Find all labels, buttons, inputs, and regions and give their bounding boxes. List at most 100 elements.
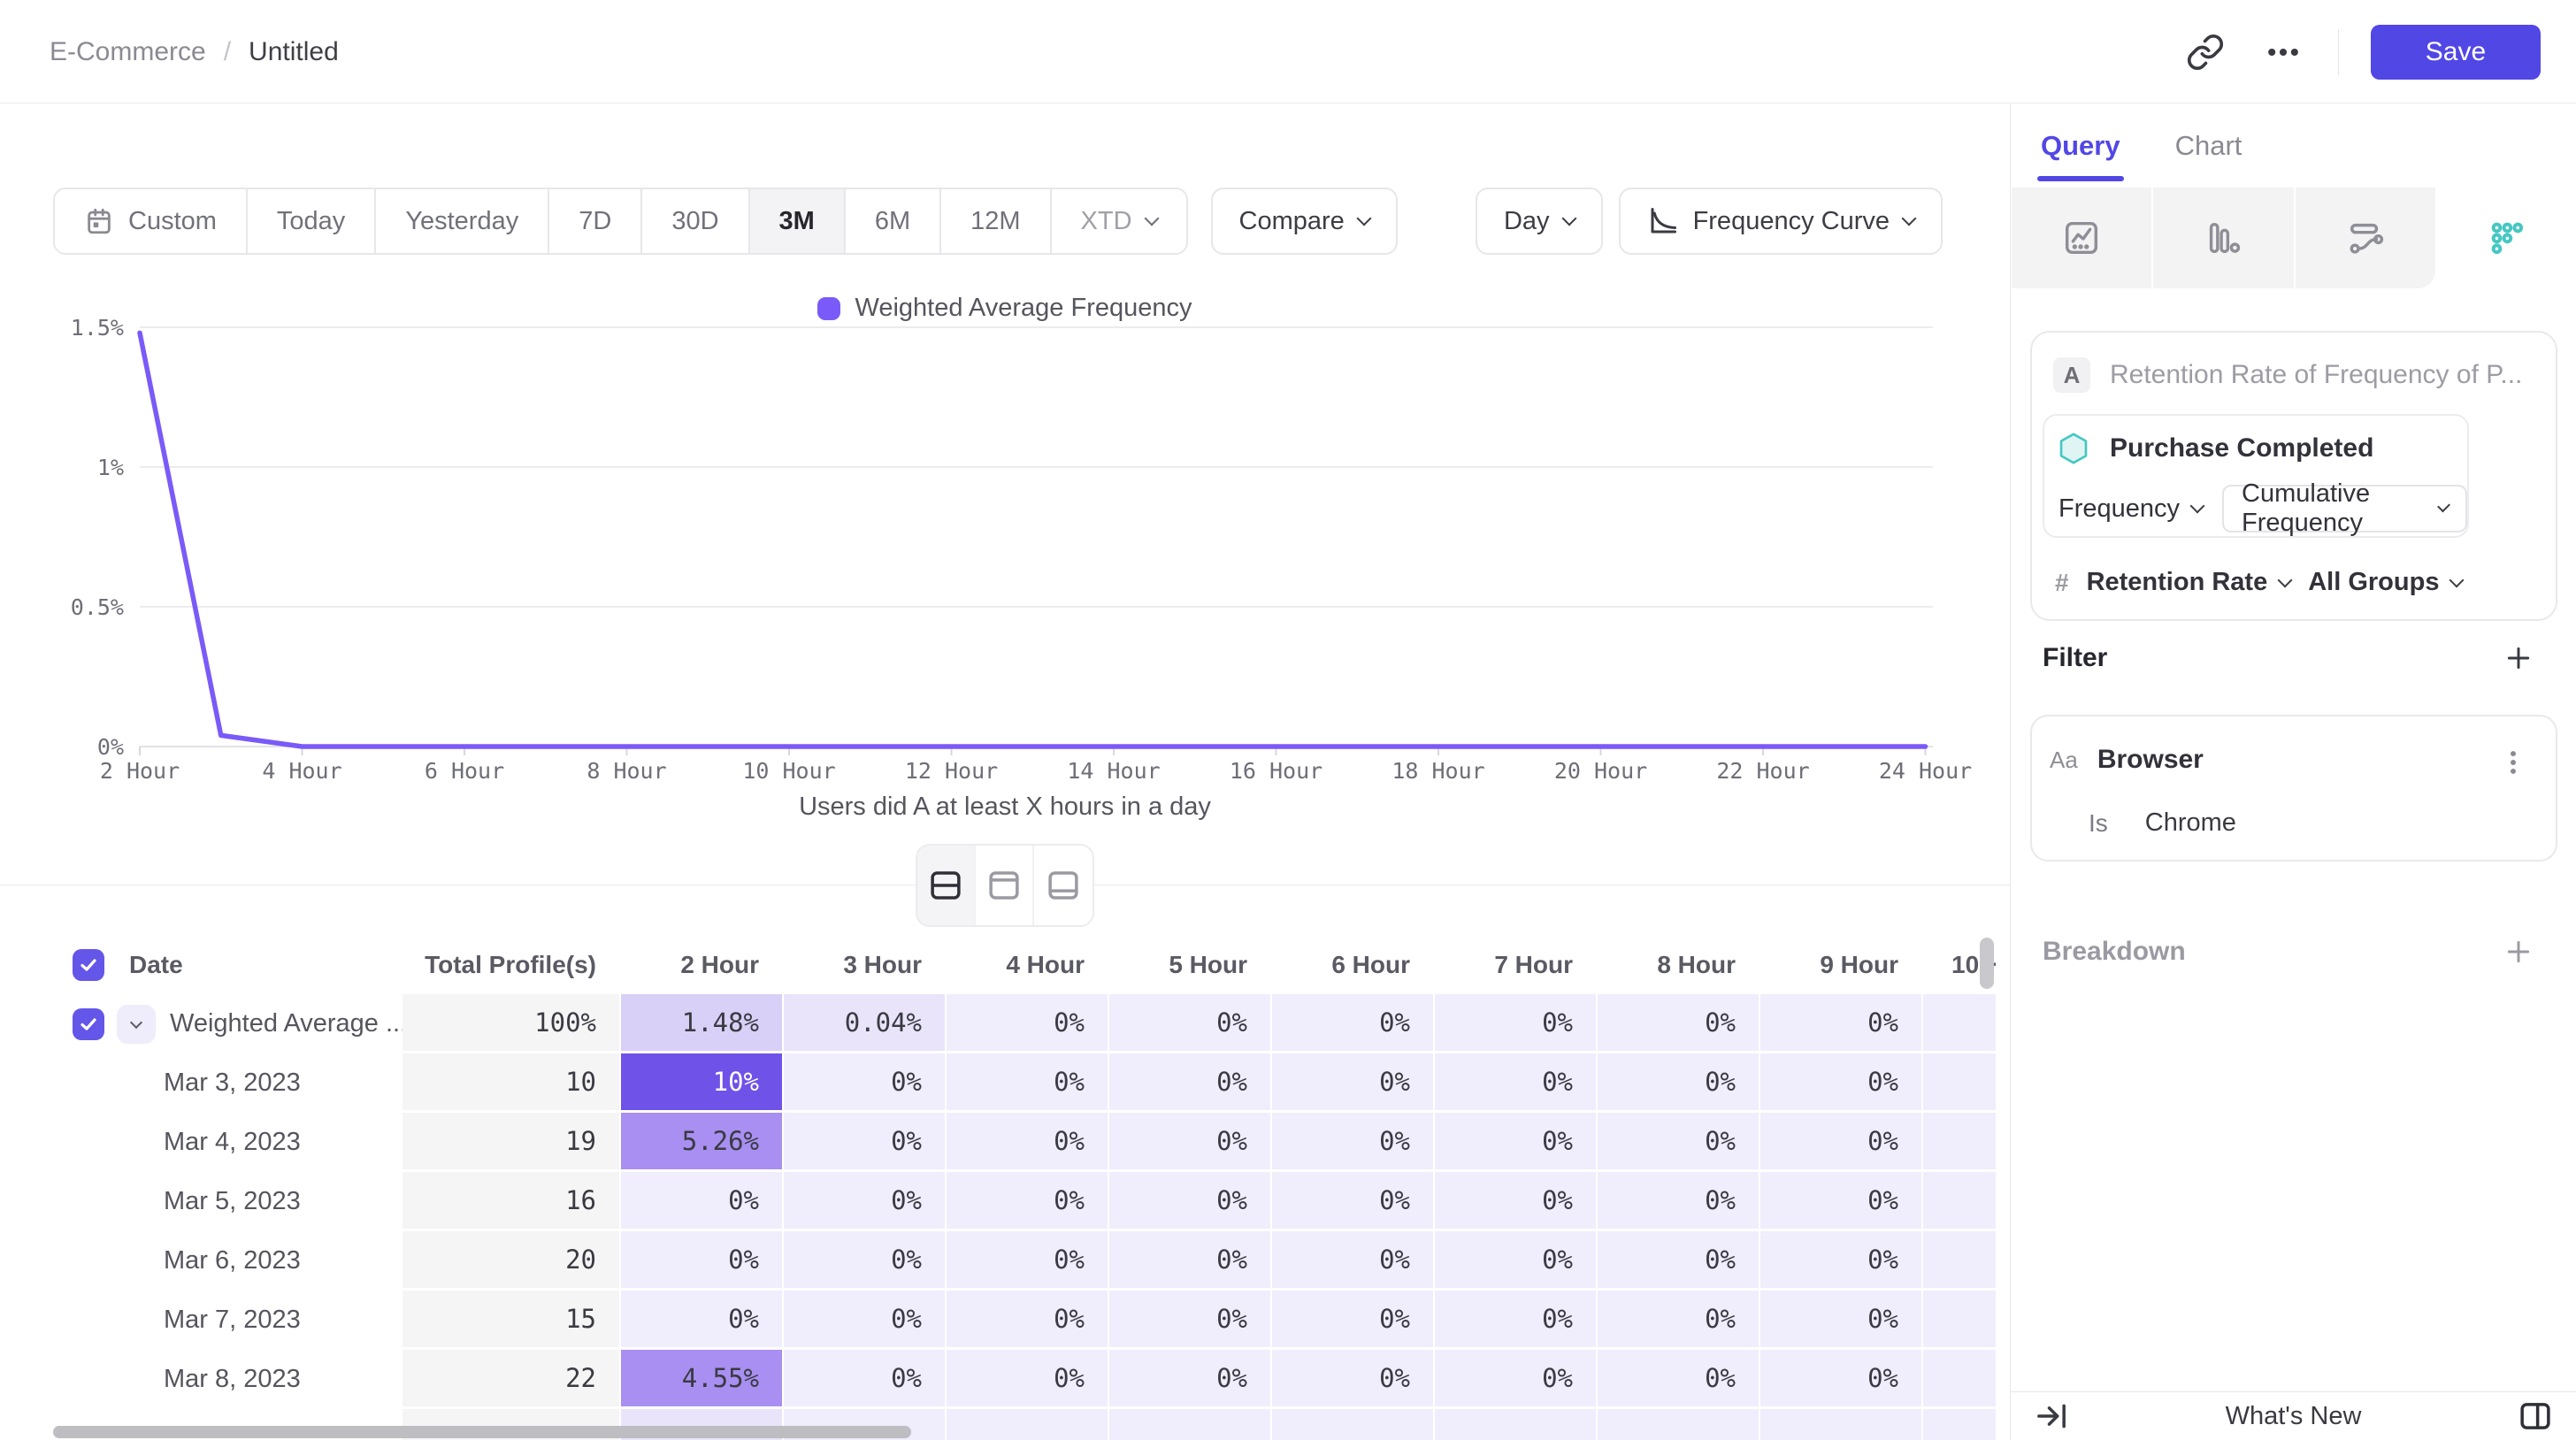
compare-button[interactable]: Compare xyxy=(1211,188,1398,255)
range-today[interactable]: Today xyxy=(248,189,376,253)
layout-panel-button[interactable] xyxy=(2512,1393,2558,1439)
tab-query[interactable]: Query xyxy=(2041,130,2120,162)
view-toggle-split-view[interactable] xyxy=(917,846,976,925)
value-cell[interactable]: 0% xyxy=(1759,1113,1921,1172)
value-cell[interactable]: 0% xyxy=(945,1113,1108,1172)
value-cell[interactable]: 0% xyxy=(945,1172,1108,1231)
range-12m[interactable]: 12M xyxy=(941,189,1051,253)
table-horizontal-scrollbar[interactable] xyxy=(53,1426,911,1438)
value-cell[interactable]: 0% xyxy=(1433,1053,1596,1113)
filter-menu-button[interactable] xyxy=(2494,743,2533,782)
value-cell[interactable]: 0% xyxy=(1759,1053,1921,1113)
frequency-type-dropdown[interactable]: Cumulative Frequency xyxy=(2222,485,2467,532)
value-cell[interactable]: 0% xyxy=(782,1053,945,1113)
value-cell[interactable]: 0% xyxy=(1433,1113,1596,1172)
granularity-dropdown[interactable]: Day xyxy=(1476,188,1603,255)
whats-new-link[interactable]: What's New xyxy=(2226,1402,2362,1431)
value-cell[interactable]: 0% xyxy=(782,1291,945,1350)
column-header-8-hour[interactable]: 8 Hour xyxy=(1596,936,1759,994)
range-xtd[interactable]: XTD xyxy=(1052,189,1186,253)
value-cell[interactable]: 5.26% xyxy=(619,1113,782,1172)
range-7d[interactable]: 7D xyxy=(549,189,642,253)
row-checkbox[interactable] xyxy=(73,1008,104,1040)
metric-dropdown[interactable]: Retention Rate xyxy=(2087,568,2291,597)
value-cell[interactable]: 0% xyxy=(1759,1350,1921,1409)
value-cell[interactable]: 0% xyxy=(782,1231,945,1291)
value-cell[interactable]: 0% xyxy=(1108,1053,1270,1113)
value-cell[interactable]: 0% xyxy=(1596,1172,1759,1231)
value-cell[interactable]: 0% xyxy=(619,1172,782,1231)
table-vertical-scrollbar[interactable] xyxy=(1980,938,1994,989)
breadcrumb-project[interactable]: E-Commerce xyxy=(50,37,206,67)
tab-flows[interactable] xyxy=(2294,188,2435,288)
frequency-dropdown[interactable]: Frequency xyxy=(2058,494,2203,524)
value-cell[interactable]: 0% xyxy=(1759,994,1921,1053)
value-cell[interactable]: 4.55% xyxy=(619,1350,782,1409)
filter-property[interactable]: Aa Browser xyxy=(2050,745,2204,775)
value-cell[interactable]: 0% xyxy=(1108,1350,1270,1409)
value-cell[interactable]: 0% xyxy=(782,1172,945,1231)
value-cell[interactable]: 0% xyxy=(1433,994,1596,1053)
value-cell[interactable]: 0% xyxy=(1270,1172,1433,1231)
select-all-checkbox[interactable] xyxy=(73,949,104,981)
more-options-button[interactable] xyxy=(2260,29,2306,75)
value-cell[interactable]: 0% xyxy=(1433,1291,1596,1350)
value-cell[interactable]: 0% xyxy=(945,1231,1108,1291)
copy-link-button[interactable] xyxy=(2182,29,2228,75)
value-cell[interactable]: 0% xyxy=(1759,1172,1921,1231)
value-cell[interactable]: 0% xyxy=(1433,1231,1596,1291)
value-cell[interactable]: 0% xyxy=(619,1231,782,1291)
column-header-2-hour[interactable]: 2 Hour xyxy=(619,936,782,994)
value-cell[interactable]: 0% xyxy=(1596,1291,1759,1350)
value-cell[interactable]: 0% xyxy=(1596,994,1759,1053)
value-cell[interactable]: 0% xyxy=(1759,1231,1921,1291)
column-header-7-hour[interactable]: 7 Hour xyxy=(1433,936,1596,994)
value-cell[interactable]: 0% xyxy=(1596,1053,1759,1113)
value-cell[interactable]: 0% xyxy=(1596,1113,1759,1172)
range-custom[interactable]: Custom xyxy=(55,189,248,253)
value-cell[interactable]: 0% xyxy=(1108,1231,1270,1291)
value-cell[interactable]: 1.48% xyxy=(619,994,782,1053)
range-30d[interactable]: 30D xyxy=(642,189,749,253)
value-cell[interactable]: 0% xyxy=(1108,1172,1270,1231)
value-cell[interactable]: 0% xyxy=(1270,1350,1433,1409)
value-cell[interactable]: 0% xyxy=(945,1350,1108,1409)
value-cell[interactable]: 0% xyxy=(1270,1113,1433,1172)
column-header-4-hour[interactable]: 4 Hour xyxy=(945,936,1108,994)
value-cell[interactable]: 10% xyxy=(619,1053,782,1113)
value-cell[interactable]: 0% xyxy=(1270,1291,1433,1350)
value-cell[interactable]: 0% xyxy=(619,1291,782,1350)
report-title[interactable]: Untitled xyxy=(249,37,339,67)
value-cell[interactable]: 0% xyxy=(1596,1350,1759,1409)
column-header-3-hour[interactable]: 3 Hour xyxy=(782,936,945,994)
view-toggle-chart-only[interactable] xyxy=(976,846,1034,925)
column-header-date[interactable]: Date xyxy=(53,936,402,994)
value-cell[interactable]: 0% xyxy=(1108,1291,1270,1350)
view-toggle-table-only[interactable] xyxy=(1034,846,1092,925)
range-6m[interactable]: 6M xyxy=(846,189,941,253)
groups-dropdown[interactable]: All Groups xyxy=(2308,568,2462,597)
value-cell[interactable]: 0% xyxy=(945,1053,1108,1113)
value-cell[interactable]: 0% xyxy=(1108,1113,1270,1172)
tab-chart[interactable]: Chart xyxy=(2175,130,2242,162)
value-cell[interactable]: 0% xyxy=(1433,1350,1596,1409)
value-cell[interactable]: 0% xyxy=(1270,1053,1433,1113)
add-filter-button[interactable] xyxy=(2499,639,2538,678)
value-cell[interactable]: 0% xyxy=(1270,1231,1433,1291)
event-selector[interactable]: Purchase Completed xyxy=(2057,432,2373,465)
tab-funnels[interactable] xyxy=(2151,188,2293,288)
column-header-total-profile-s-[interactable]: Total Profile(s) xyxy=(402,936,619,994)
value-cell[interactable]: 0% xyxy=(945,1291,1108,1350)
value-cell[interactable]: 0% xyxy=(1596,1231,1759,1291)
value-cell[interactable]: 0% xyxy=(1433,1172,1596,1231)
value-cell[interactable]: 0.04% xyxy=(782,994,945,1053)
tab-insights[interactable] xyxy=(2012,188,2151,288)
filter-operator[interactable]: Is xyxy=(2089,809,2108,838)
save-button[interactable]: Save xyxy=(2371,25,2541,80)
value-cell[interactable]: 0% xyxy=(1108,994,1270,1053)
query-step-title[interactable]: Retention Rate of Frequency of P... xyxy=(2110,360,2522,390)
value-cell[interactable]: 0% xyxy=(782,1113,945,1172)
column-header-9-hour[interactable]: 9 Hour xyxy=(1759,936,1921,994)
filter-value[interactable]: Chrome xyxy=(2145,808,2236,838)
collapse-sidebar-button[interactable] xyxy=(2028,1393,2074,1439)
